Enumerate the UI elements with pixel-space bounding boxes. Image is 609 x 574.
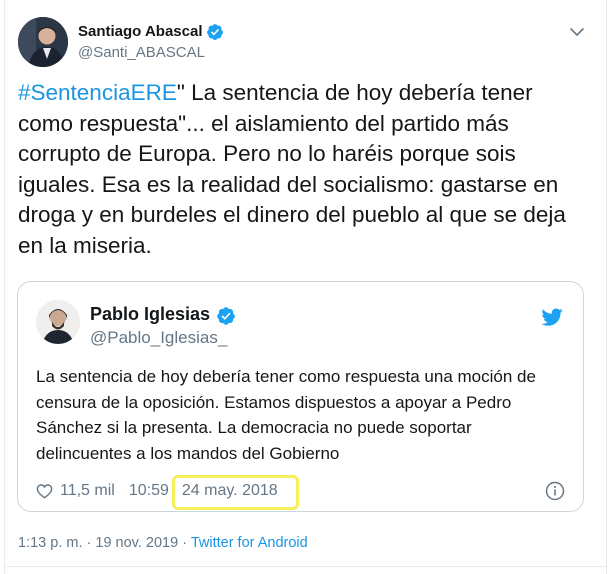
quoted-tweet-date-text: 24 may. 2018 (181, 482, 278, 499)
meta-separator: · (86, 535, 92, 551)
hashtag-link[interactable]: #SentenciaERE (18, 80, 177, 105)
tweet-metadata: 1:13 p. m. · 19 nov. 2019 · Twitter for … (18, 533, 308, 553)
chevron-down-icon[interactable] (569, 24, 585, 40)
tweet-date[interactable]: 19 nov. 2019 (95, 535, 178, 551)
quoted-verified-badge-icon (216, 306, 235, 325)
tweet-text: #SentenciaERE" La sentencia de hoy deber… (18, 78, 583, 261)
frame-left-border (4, 0, 5, 574)
author-block: Santiago Abascal @Santi_ABASCAL (78, 22, 224, 63)
author-name[interactable]: Santiago Abascal (78, 22, 202, 42)
meta-separator-2: · (182, 535, 188, 551)
like-count: 11,5 mil (60, 482, 115, 499)
quoted-tweet-date[interactable]: 24 may. 2018 (171, 475, 299, 510)
frame-right-border (606, 0, 607, 574)
quoted-author-handle[interactable]: @Pablo_Iglesias_ (90, 327, 234, 348)
twitter-bird-icon[interactable] (541, 306, 563, 328)
info-icon[interactable] (545, 481, 565, 501)
quoted-tweet-text: La sentencia de hoy debería tener como r… (36, 367, 536, 463)
quoted-tweet-card[interactable]: Pablo Iglesias @Pablo_Iglesias_ La sente… (17, 281, 584, 512)
tweet-card: Santiago Abascal @Santi_ABASCAL #Sentenc… (0, 0, 609, 574)
quoted-author-name[interactable]: Pablo Iglesias (90, 304, 210, 325)
quoted-tweet-time[interactable]: 10:59 (129, 482, 169, 500)
quoted-tweet-footer: 11,5 mil 10:59 24 may. 2018 (36, 475, 565, 510)
author-handle[interactable]: @Santi_ABASCAL (78, 43, 224, 63)
tweet-time[interactable]: 1:13 p. m. (18, 535, 82, 551)
heart-icon[interactable] (36, 483, 53, 499)
verified-badge-icon (206, 23, 224, 41)
author-avatar[interactable] (18, 17, 68, 67)
tweet-source-link[interactable]: Twitter for Android (191, 535, 308, 551)
quoted-author-avatar[interactable] (36, 300, 80, 344)
author-name-row: Santiago Abascal (78, 22, 224, 42)
tweet-text-body: " La sentencia de hoy debería tener como… (18, 80, 573, 258)
quoted-author-name-row: Pablo Iglesias (90, 304, 235, 325)
bottom-divider (4, 566, 607, 567)
quoted-author-block: Pablo Iglesias @Pablo_Iglesias_ (90, 304, 235, 348)
